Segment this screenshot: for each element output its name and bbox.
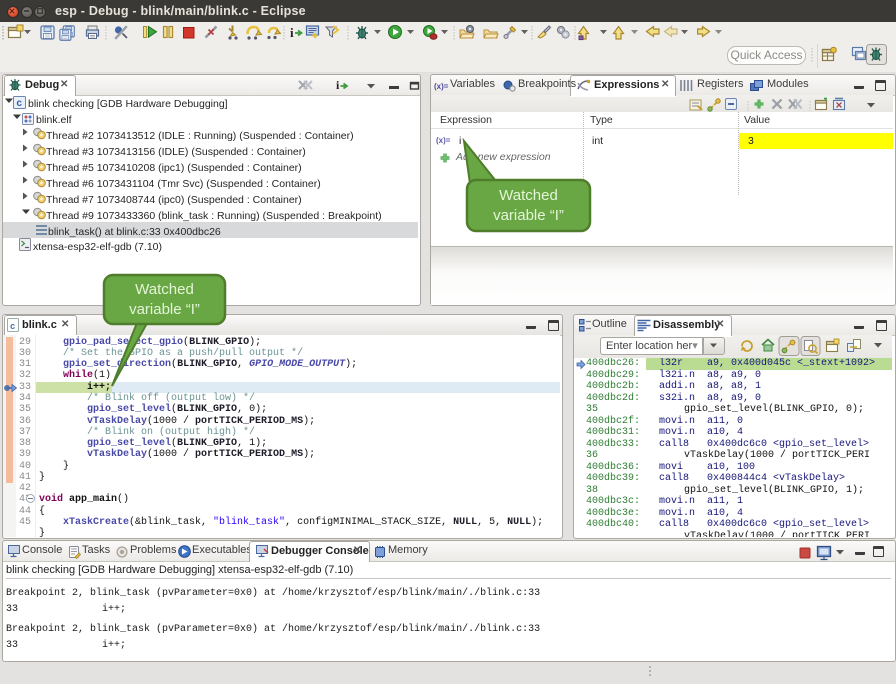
svg-text:c: c <box>16 99 22 110</box>
svg-text:i: i <box>336 78 340 92</box>
svg-text:c: c <box>10 322 15 332</box>
svg-text:(x)=: (x)= <box>434 82 449 91</box>
svg-text:i: i <box>290 25 294 40</box>
svg-text:(x)=: (x)= <box>436 136 451 145</box>
